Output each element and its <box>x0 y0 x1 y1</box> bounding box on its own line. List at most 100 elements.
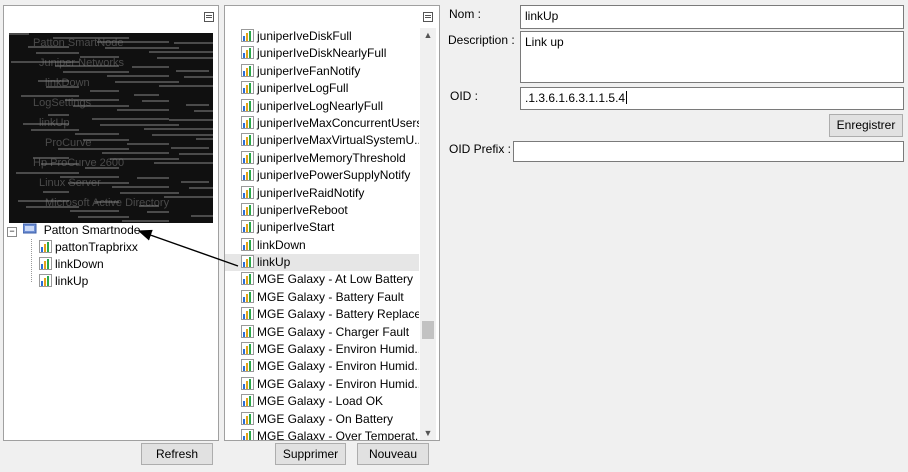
noise-streak <box>115 81 179 83</box>
noise-streak <box>16 172 79 174</box>
noise-streak <box>112 186 169 188</box>
obscured-tree-item: Linux Server <box>39 177 101 189</box>
noise-streak <box>152 134 213 136</box>
trap-list-item[interactable]: linkDown <box>225 237 419 254</box>
trap-list-item[interactable]: juniperIveDiskFull <box>225 28 419 45</box>
scroll-up-icon[interactable]: ▲ <box>420 28 436 42</box>
trap-icon <box>241 237 254 251</box>
noise-streak <box>169 119 213 121</box>
trap-list-item[interactable]: MGE Galaxy - Over Temperat... <box>225 428 419 440</box>
noise-streak <box>137 177 169 179</box>
tree-child[interactable]: linkUp <box>39 273 88 290</box>
name-label: Nom : <box>449 7 482 21</box>
trap-icon <box>241 428 254 440</box>
oid-prefix-field[interactable] <box>513 141 904 162</box>
noise-streak <box>171 147 209 149</box>
list-scrollbar[interactable]: ▲ ▼ <box>420 28 436 440</box>
trap-icon <box>241 255 254 269</box>
trap-list-item[interactable]: MGE Galaxy - Load OK <box>225 393 419 410</box>
scroll-down-icon[interactable]: ▼ <box>420 426 436 440</box>
trap-list-item-label: juniperIveStart <box>257 220 335 235</box>
obscured-tree-region: Patton SmartNode Juniper Networks linkDown… <box>9 33 213 223</box>
trap-list-item[interactable]: juniperIveFanNotify <box>225 63 419 80</box>
collapse-icon[interactable]: − <box>7 227 17 237</box>
noise-streak <box>120 192 179 194</box>
noise-streak <box>194 110 213 112</box>
trap-icon <box>241 150 254 164</box>
trap-list-item[interactable]: juniperIveStart <box>225 219 419 236</box>
save-button[interactable]: Enregistrer <box>829 114 903 137</box>
trap-icon <box>39 257 52 270</box>
trap-list-item-label: MGE Galaxy - Battery Replace... <box>257 307 419 322</box>
trap-list: juniperIveDiskFull juniperIveDiskNearlyFu… <box>225 28 419 440</box>
noise-streak <box>100 124 179 126</box>
noise-streak <box>102 152 169 154</box>
folder-device-icon <box>22 223 37 234</box>
tree-child[interactable]: pattonTrapbrixx <box>39 239 138 256</box>
trap-list-item-label: linkUp <box>257 255 291 270</box>
tree-child[interactable]: linkDown <box>39 256 104 273</box>
trap-list-item[interactable]: juniperIveReboot <box>225 202 419 219</box>
trap-list-item[interactable]: juniperIveLogFull <box>225 80 419 97</box>
noise-streak <box>75 133 119 135</box>
noise-streak <box>179 153 213 155</box>
trap-icon <box>241 63 254 77</box>
trap-icon <box>241 359 254 373</box>
trap-icon <box>241 289 254 303</box>
trap-list-item[interactable]: juniperIveLogNearlyFull <box>225 98 419 115</box>
noise-streak <box>186 104 209 106</box>
oid-prefix-label: OID Prefix : <box>449 142 512 156</box>
new-button[interactable]: Nouveau <box>357 443 429 465</box>
pin-icon[interactable] <box>204 12 214 22</box>
trap-list-item[interactable]: juniperIveMaxVirtualSystemU... <box>225 132 419 149</box>
trap-list-item-label: juniperIveLogNearlyFull <box>257 98 384 113</box>
trap-icon <box>241 168 254 182</box>
noise-streak <box>184 76 213 78</box>
trap-list-item[interactable]: MGE Galaxy - Environ Humid... <box>225 376 419 393</box>
description-field[interactable]: Link up <box>520 31 904 83</box>
noise-streak <box>63 71 129 73</box>
noise-streak <box>154 162 213 164</box>
noise-streak <box>132 66 169 68</box>
trap-list-item[interactable]: MGE Galaxy - Battery Fault <box>225 289 419 306</box>
text-cursor <box>626 91 628 104</box>
trap-icon <box>241 342 254 356</box>
trap-list-item[interactable]: juniperIveDiskNearlyFull <box>225 45 419 62</box>
trap-list-item[interactable]: MGE Galaxy - Environ Humid... <box>225 341 419 358</box>
trap-list-item[interactable]: MGE Galaxy - On Battery <box>225 411 419 428</box>
trap-list-item[interactable]: MGE Galaxy - Charger Fault <box>225 324 419 341</box>
delete-button[interactable]: Supprimer <box>275 443 346 465</box>
trap-list-item[interactable]: juniperIveRaidNotify <box>225 185 419 202</box>
obscured-tree-item: Microsoft Active Directory <box>45 197 170 209</box>
trap-list-item[interactable]: juniperIvePowerSupplyNotify <box>225 167 419 184</box>
oid-field[interactable]: .1.3.6.1.6.3.1.1.5.4 <box>520 87 904 110</box>
left-tree-panel: Patton SmartNode Juniper Networks linkDown… <box>3 5 219 441</box>
obscured-tree-item: linkUp <box>39 117 70 129</box>
trap-icon <box>241 29 254 42</box>
trap-list-item[interactable]: MGE Galaxy - Environ Humid... <box>225 358 419 375</box>
obscured-tree-item: Hp ProCurve 2600 <box>33 157 125 169</box>
trap-icon <box>241 411 254 425</box>
tree-child-label: linkDown <box>55 257 104 271</box>
trap-list-item[interactable]: MGE Galaxy - At Low Battery <box>225 271 419 288</box>
trap-list-item-label: juniperIveMaxConcurrentUsers <box>257 115 419 130</box>
noise-streak <box>181 181 209 183</box>
scroll-thumb[interactable] <box>422 321 434 339</box>
noise-streak <box>48 114 69 116</box>
pin-icon[interactable] <box>423 12 433 22</box>
trap-icon <box>241 81 254 95</box>
tree-node-root[interactable]: − Patton Smartnode <box>7 222 140 239</box>
trap-list-item[interactable]: linkUp <box>225 254 419 272</box>
trap-icon <box>241 272 254 286</box>
obscured-tree-item: linkDown <box>45 77 90 89</box>
trap-list-item-label: juniperIveMaxVirtualSystemU... <box>257 133 419 148</box>
refresh-button[interactable]: Refresh <box>141 443 213 465</box>
trap-icon <box>241 307 254 321</box>
trap-list-item[interactable]: juniperIveMaxConcurrentUsers <box>225 115 419 132</box>
oid-value: .1.3.6.1.6.3.1.1.5.4 <box>525 91 626 105</box>
trap-list-item[interactable]: juniperIveMemoryThreshold <box>225 150 419 167</box>
obscured-tree-item: Juniper Networks <box>39 57 124 69</box>
name-field[interactable]: linkUp <box>520 5 904 29</box>
noise-streak <box>157 57 213 59</box>
trap-list-item[interactable]: MGE Galaxy - Battery Replace... <box>225 306 419 323</box>
